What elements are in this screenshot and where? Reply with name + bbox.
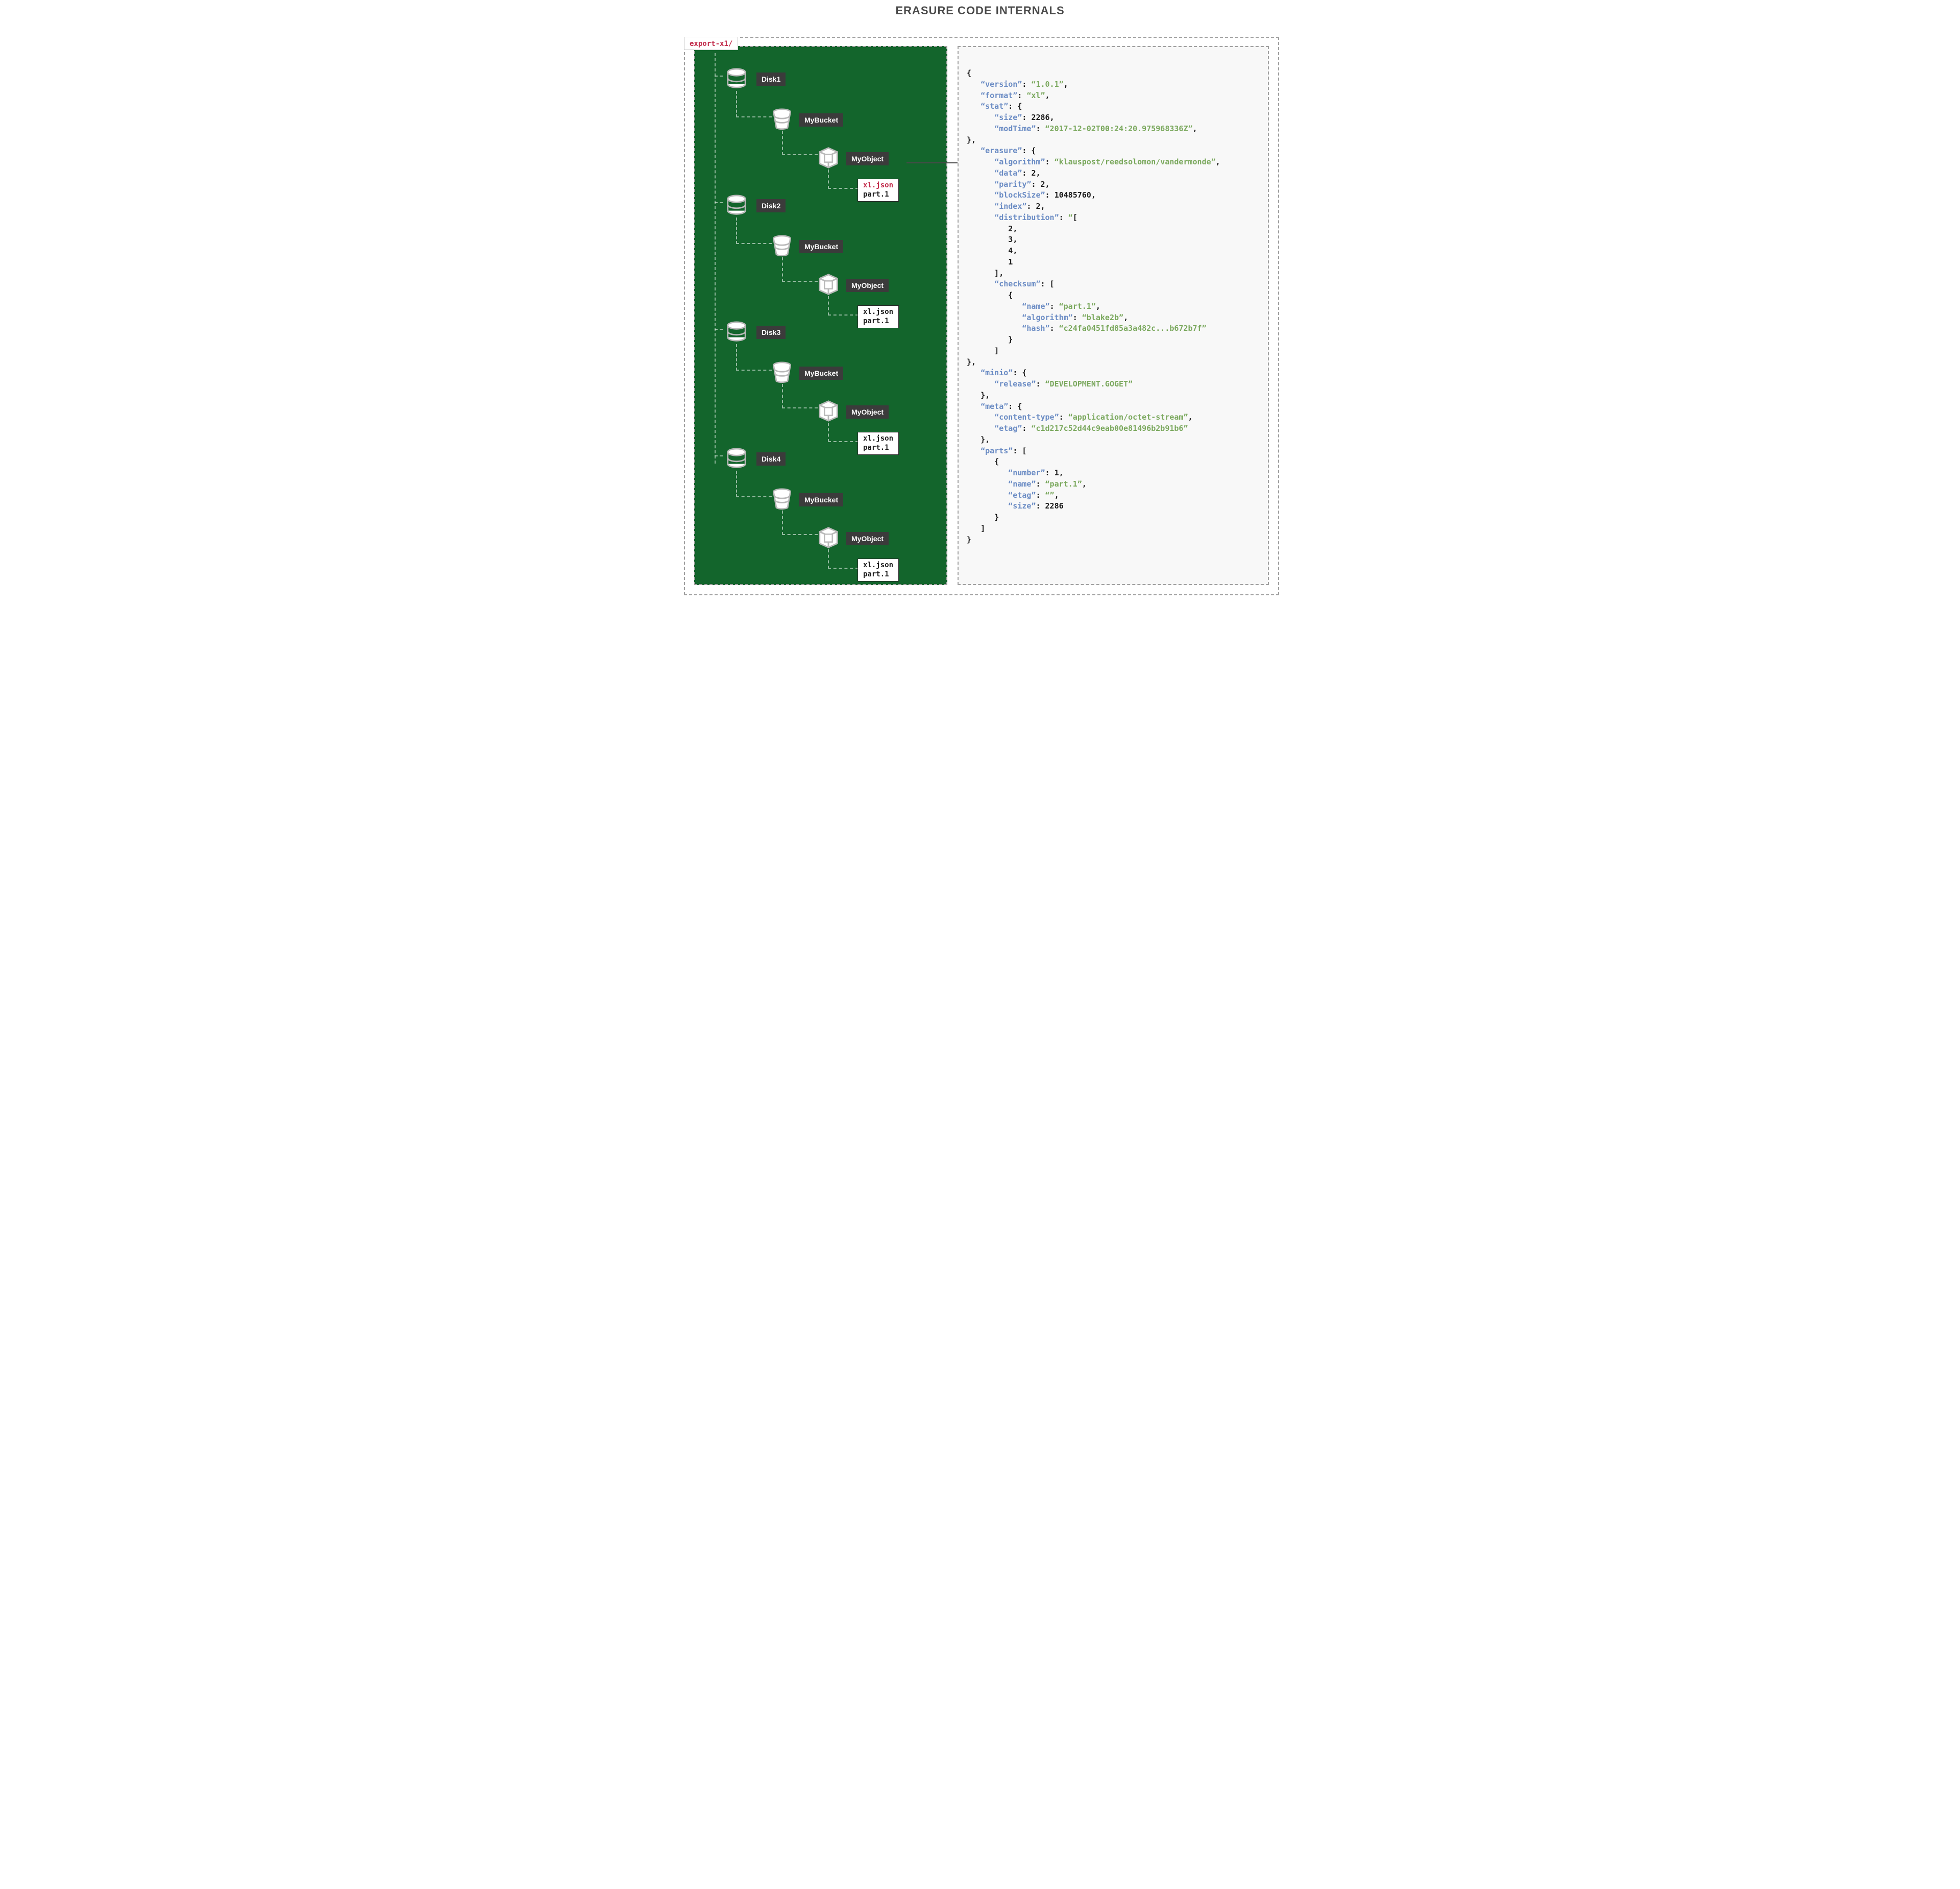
- bucket-icon: [771, 108, 793, 131]
- page-title: ERASURE CODE INTERNALS: [674, 4, 1286, 17]
- branch: [828, 549, 859, 569]
- disk-icon: [725, 67, 748, 91]
- file-xljson: xl.json: [863, 308, 893, 317]
- file-part: part.1: [863, 317, 893, 326]
- file-box: xl.json part.1: [857, 559, 899, 582]
- branch: [715, 202, 723, 203]
- disk-label: Disk4: [756, 452, 786, 466]
- file-xljson: xl.json: [863, 561, 893, 570]
- branch: [782, 131, 818, 155]
- branch: [736, 91, 772, 117]
- object-icon: [817, 273, 840, 296]
- object-icon: [817, 146, 840, 169]
- disk-label: Disk2: [756, 199, 786, 212]
- branch: [736, 344, 772, 371]
- bucket-label: MyBucket: [799, 113, 843, 127]
- link-xljson-to-panel: [906, 162, 958, 163]
- branch: [828, 423, 859, 442]
- branch: [736, 471, 772, 497]
- file-part: part.1: [863, 444, 893, 453]
- disk-icon: [725, 321, 748, 344]
- file-part: part.1: [863, 190, 893, 200]
- object-label: MyObject: [846, 279, 889, 292]
- file-xljson: xl.json: [863, 434, 893, 444]
- file-box: xl.json part.1: [857, 305, 899, 328]
- branch: [715, 329, 723, 330]
- json-content: { “version”: “1.0.1”, “format”: “xl”, “s…: [967, 68, 1260, 578]
- object-icon: [817, 526, 840, 549]
- disk-icon: [725, 447, 748, 471]
- branch: [828, 169, 859, 189]
- file-xljson: xl.json: [863, 181, 893, 190]
- bucket-icon: [771, 488, 793, 511]
- file-box: xl.json part.1: [857, 179, 899, 202]
- file-box: xl.json part.1: [857, 432, 899, 455]
- branch: [736, 217, 772, 244]
- disk-icon: [725, 194, 748, 217]
- branch: [715, 455, 723, 456]
- object-label: MyObject: [846, 152, 889, 165]
- branch: [715, 76, 723, 77]
- branch: [782, 257, 818, 282]
- bucket-icon: [771, 361, 793, 384]
- bucket-label: MyBucket: [799, 367, 843, 380]
- bucket-label: MyBucket: [799, 240, 843, 253]
- object-icon: [817, 399, 840, 423]
- bucket-label: MyBucket: [799, 493, 843, 506]
- branch: [782, 511, 818, 535]
- object-label: MyObject: [846, 532, 889, 545]
- disk-label: Disk1: [756, 72, 786, 86]
- file-part: part.1: [863, 570, 893, 579]
- root-node: export-x1/: [684, 37, 738, 50]
- branch: [828, 296, 859, 316]
- disk-label: Disk3: [756, 326, 786, 339]
- object-label: MyObject: [846, 405, 889, 419]
- tree-trunk: [715, 53, 716, 464]
- branch: [782, 384, 818, 408]
- bucket-icon: [771, 235, 793, 257]
